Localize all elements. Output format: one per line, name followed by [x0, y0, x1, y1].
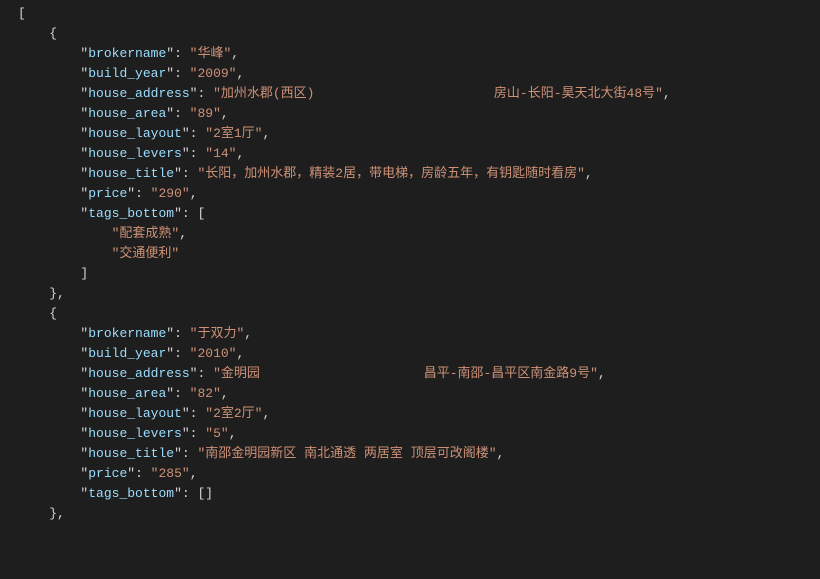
code-line: "配套成熟",: [18, 224, 820, 244]
code-line: "brokername": "于双力",: [18, 324, 820, 344]
code-line: "交通便利": [18, 244, 820, 264]
code-line: "house_address": "金明园 昌平-南邵-昌平区南金路9号",: [18, 364, 820, 384]
code-line: "house_levers": "14",: [18, 144, 820, 164]
code-line: "house_layout": "2室1厅",: [18, 124, 820, 144]
code-line: {: [18, 24, 820, 44]
code-line: "house_area": "89",: [18, 104, 820, 124]
code-editor[interactable]: [ { "brokername": "华峰", "build_year": "2…: [0, 0, 820, 524]
code-line: "house_levers": "5",: [18, 424, 820, 444]
code-line: },: [18, 284, 820, 304]
code-line: "price": "285",: [18, 464, 820, 484]
code-line: "build_year": "2010",: [18, 344, 820, 364]
code-line: ]: [18, 264, 820, 284]
code-line: {: [18, 304, 820, 324]
code-line: "house_address": "加州水郡(西区) 房山-长阳-昊天北大街48…: [18, 84, 820, 104]
code-line: "tags_bottom": [: [18, 204, 820, 224]
code-line: "house_title": "南邵金明园新区 南北通透 两居室 顶层可改阁楼"…: [18, 444, 820, 464]
code-line: "tags_bottom": []: [18, 484, 820, 504]
code-line: [: [18, 4, 820, 24]
code-line: "house_layout": "2室2厅",: [18, 404, 820, 424]
code-line: "build_year": "2009",: [18, 64, 820, 84]
code-line: "price": "290",: [18, 184, 820, 204]
code-line: "brokername": "华峰",: [18, 44, 820, 64]
code-line: "house_area": "82",: [18, 384, 820, 404]
code-line: "house_title": "长阳，加州水郡，精装2居，带电梯，房龄五年，有钥…: [18, 164, 820, 184]
code-line: },: [18, 504, 820, 524]
